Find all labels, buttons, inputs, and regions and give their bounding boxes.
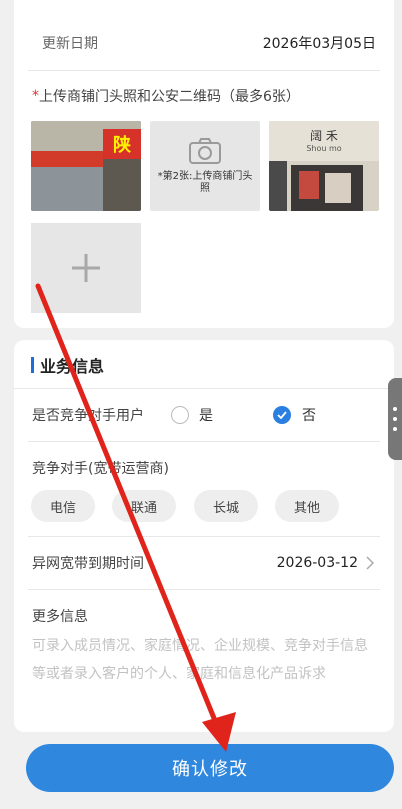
- chip-unicom[interactable]: 联通: [112, 490, 176, 522]
- expiry-value: 2026-03-12: [276, 555, 358, 571]
- add-photo-button[interactable]: [31, 223, 141, 313]
- competitor-label: 竞争对手(宽带运营商): [32, 461, 169, 477]
- photo-thumbnail-1[interactable]: 陕: [31, 121, 141, 211]
- divider: [28, 536, 380, 537]
- chevron-right-icon: [366, 556, 374, 570]
- divider: [28, 70, 380, 71]
- radio-yes-label: 是: [199, 408, 213, 424]
- chip-other[interactable]: 其他: [275, 490, 339, 522]
- divider: [28, 441, 380, 442]
- upload-label-row: * 上传商铺门头照和公安二维码（最多6张）: [14, 84, 394, 108]
- divider: [14, 388, 394, 389]
- plus-icon: [72, 254, 100, 282]
- floating-side-handle[interactable]: [388, 378, 402, 460]
- confirm-button[interactable]: 确认修改: [26, 744, 394, 792]
- required-mark: *: [32, 88, 39, 104]
- business-info-card: 业务信息 是否竞争对手用户 是 否 竞争对手(宽带运营商) 电信 联通 长城 其…: [14, 340, 394, 732]
- expiry-label: 异网宽带到期时间: [32, 556, 144, 572]
- more-info-textarea[interactable]: 可录入成员情况、家庭情况、企业规模、竞争对手信息等或者录入客户的个人、家庭和信息…: [32, 632, 380, 688]
- update-date-label: 更新日期: [42, 36, 98, 52]
- divider: [28, 589, 380, 590]
- radio-no[interactable]: [273, 406, 291, 424]
- photo1-sign: 陕: [103, 129, 141, 159]
- competitor-user-label: 是否竞争对手用户: [32, 408, 144, 424]
- photo-upload-slot-2[interactable]: *第2张:上传商铺门头照: [150, 121, 260, 211]
- upload-label: 上传商铺门头照和公安二维码（最多6张）: [39, 89, 300, 105]
- more-info-label: 更多信息: [32, 609, 88, 625]
- radio-yes[interactable]: [171, 406, 189, 424]
- photo2-caption: *第2张:上传商铺门头照: [157, 171, 253, 194]
- check-icon: [277, 411, 287, 419]
- photo3-sign: 阔 禾 Shou mo: [306, 129, 342, 153]
- competitor-user-row: 是否竞争对手用户 是 否: [14, 402, 394, 428]
- update-date-row: 更新日期 2026年03月05日: [14, 28, 394, 58]
- section-title: 业务信息: [40, 357, 105, 376]
- store-info-card: 更新日期 2026年03月05日 * 上传商铺门头照和公安二维码（最多6张） 陕…: [14, 0, 394, 328]
- photo-thumbnail-3[interactable]: 阔 禾 Shou mo: [269, 121, 379, 211]
- camera-icon: [189, 138, 221, 164]
- chip-greatwall[interactable]: 长城: [194, 490, 258, 522]
- update-date-value: 2026年03月05日: [262, 36, 376, 52]
- chip-telecom[interactable]: 电信: [31, 490, 95, 522]
- radio-no-label: 否: [302, 408, 316, 424]
- expiry-row[interactable]: 异网宽带到期时间 2026-03-12: [14, 548, 394, 578]
